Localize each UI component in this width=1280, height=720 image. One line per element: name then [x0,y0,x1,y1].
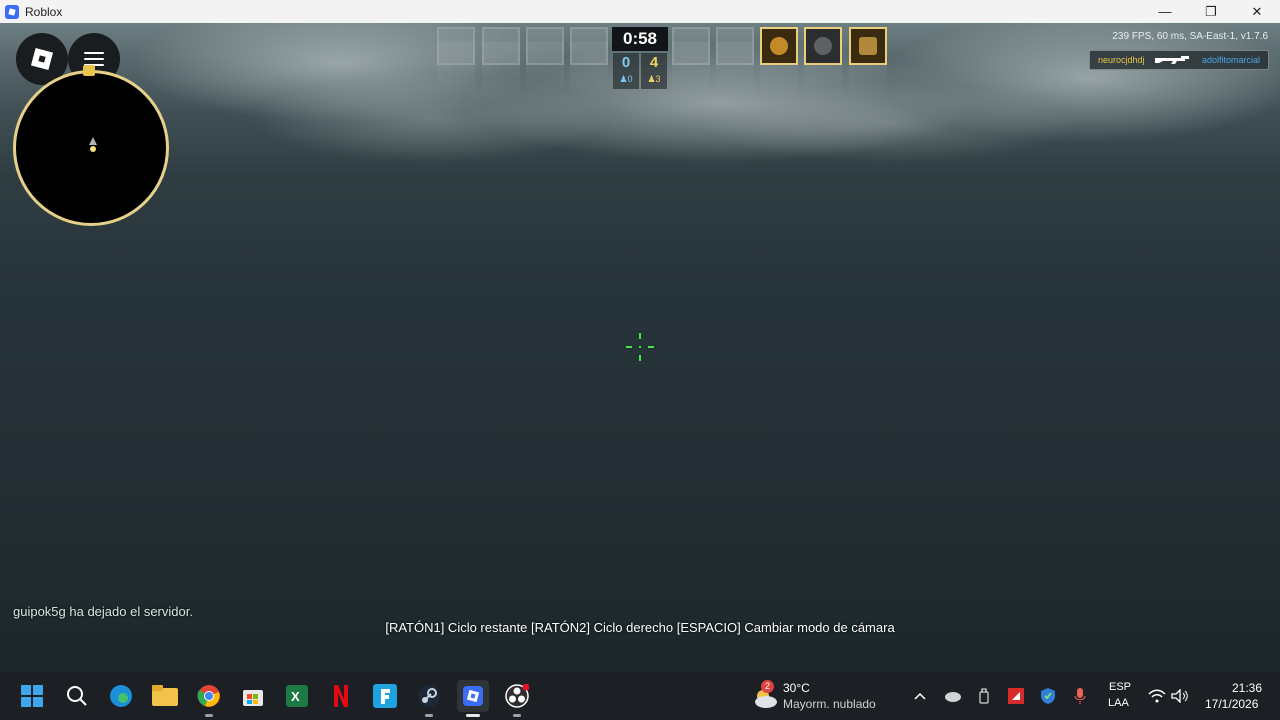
player-marker-icon [90,146,96,152]
window-title: Roblox [25,4,63,19]
team-left-player-slot [526,27,564,65]
weather-temp: 30°C [783,681,810,695]
store-icon[interactable] [237,680,269,712]
performance-stats: 239 FPS, 60 ms, SA-East-1, v1.7.6 [1112,31,1268,42]
avatar [859,37,877,55]
chrome-icon[interactable] [193,680,225,717]
microphone-icon[interactable] [1065,680,1095,712]
search-icon[interactable] [61,680,93,712]
cloud [700,83,1080,163]
weather-widget[interactable]: 2 [751,680,779,710]
volume-icon[interactable] [1168,680,1192,712]
lock-icon [83,65,95,76]
team-right-alive-count: ♟3 [647,74,661,84]
language-indicator[interactable]: ESP [1109,681,1131,693]
usb-device-icon[interactable] [969,680,999,712]
close-button[interactable]: ✕ [1234,0,1280,23]
clock-time[interactable]: 21:36 [1232,681,1262,695]
chat-message: guipok5g ha dejado el servidor. [13,604,193,619]
clock-date[interactable]: 17/1/2026 [1205,697,1258,711]
start-icon[interactable] [16,680,48,712]
weather-alert-badge: 2 [761,680,774,693]
obs-icon[interactable] [501,680,533,717]
taskbar: X 2 30°C Mayorm. nublado ESP LAA 21:36 1… [0,672,1280,720]
rifle-icon [1155,56,1190,64]
team-left-alive-count: ♟0 [619,74,633,84]
team-left-player-slot [570,27,608,65]
round-timer: 0:58 [612,27,668,51]
windows-security-icon[interactable] [1033,680,1063,712]
killfeed-entry: neurocjdhdj adolfitomarcial [1089,50,1269,70]
excel-icon[interactable]: X [281,680,313,712]
team-left-score: 0 ♟0 [613,53,639,89]
roblox-app-icon [5,4,19,19]
view-cone-icon [89,137,97,145]
killfeed-victim: adolfitomarcial [1201,55,1260,65]
team-right-score-value: 4 [649,54,659,71]
roblox-icon[interactable] [457,680,489,717]
onedrive-icon[interactable] [937,680,967,712]
keyboard-layout-indicator[interactable]: LAA [1108,697,1129,709]
netflix-icon[interactable] [325,680,357,712]
team-right-player-slot-alive [760,27,798,65]
restore-button[interactable]: ❐ [1188,0,1234,23]
hamburger-icon [84,52,104,66]
team-left-score-value: 0 [621,54,631,71]
roblox-logo-icon [30,47,54,71]
killfeed-killer: neurocjdhdj [1098,55,1145,65]
team-right-player-slot [672,27,710,65]
team-left-player-slot [437,27,475,65]
file-explorer-icon[interactable] [149,680,181,712]
team-right-player-slot-alive [849,27,887,65]
svg-text:X: X [291,689,300,704]
chevron-up-icon[interactable] [905,680,935,712]
fortnite-icon[interactable] [369,680,401,712]
team-right-score: 4 ♟3 [641,53,667,89]
avatar [770,37,788,55]
edge-icon[interactable] [105,680,137,712]
steam-icon[interactable] [413,680,445,717]
team-left-player-slot [482,27,520,65]
wifi-icon[interactable] [1145,680,1169,712]
weather-desc: Mayorm. nublado [783,697,876,711]
minimap [13,65,169,226]
avatar [814,37,832,55]
controls-hint: [RATÓN1] Ciclo restante [RATÓN2] Ciclo d… [385,620,895,635]
team-right-player-slot [716,27,754,65]
team-right-player-slot-alive [804,27,842,65]
window-title-bar: Roblox [0,0,1280,23]
amd-software-icon[interactable] [1001,680,1031,712]
minimize-button[interactable]: — [1142,0,1188,23]
